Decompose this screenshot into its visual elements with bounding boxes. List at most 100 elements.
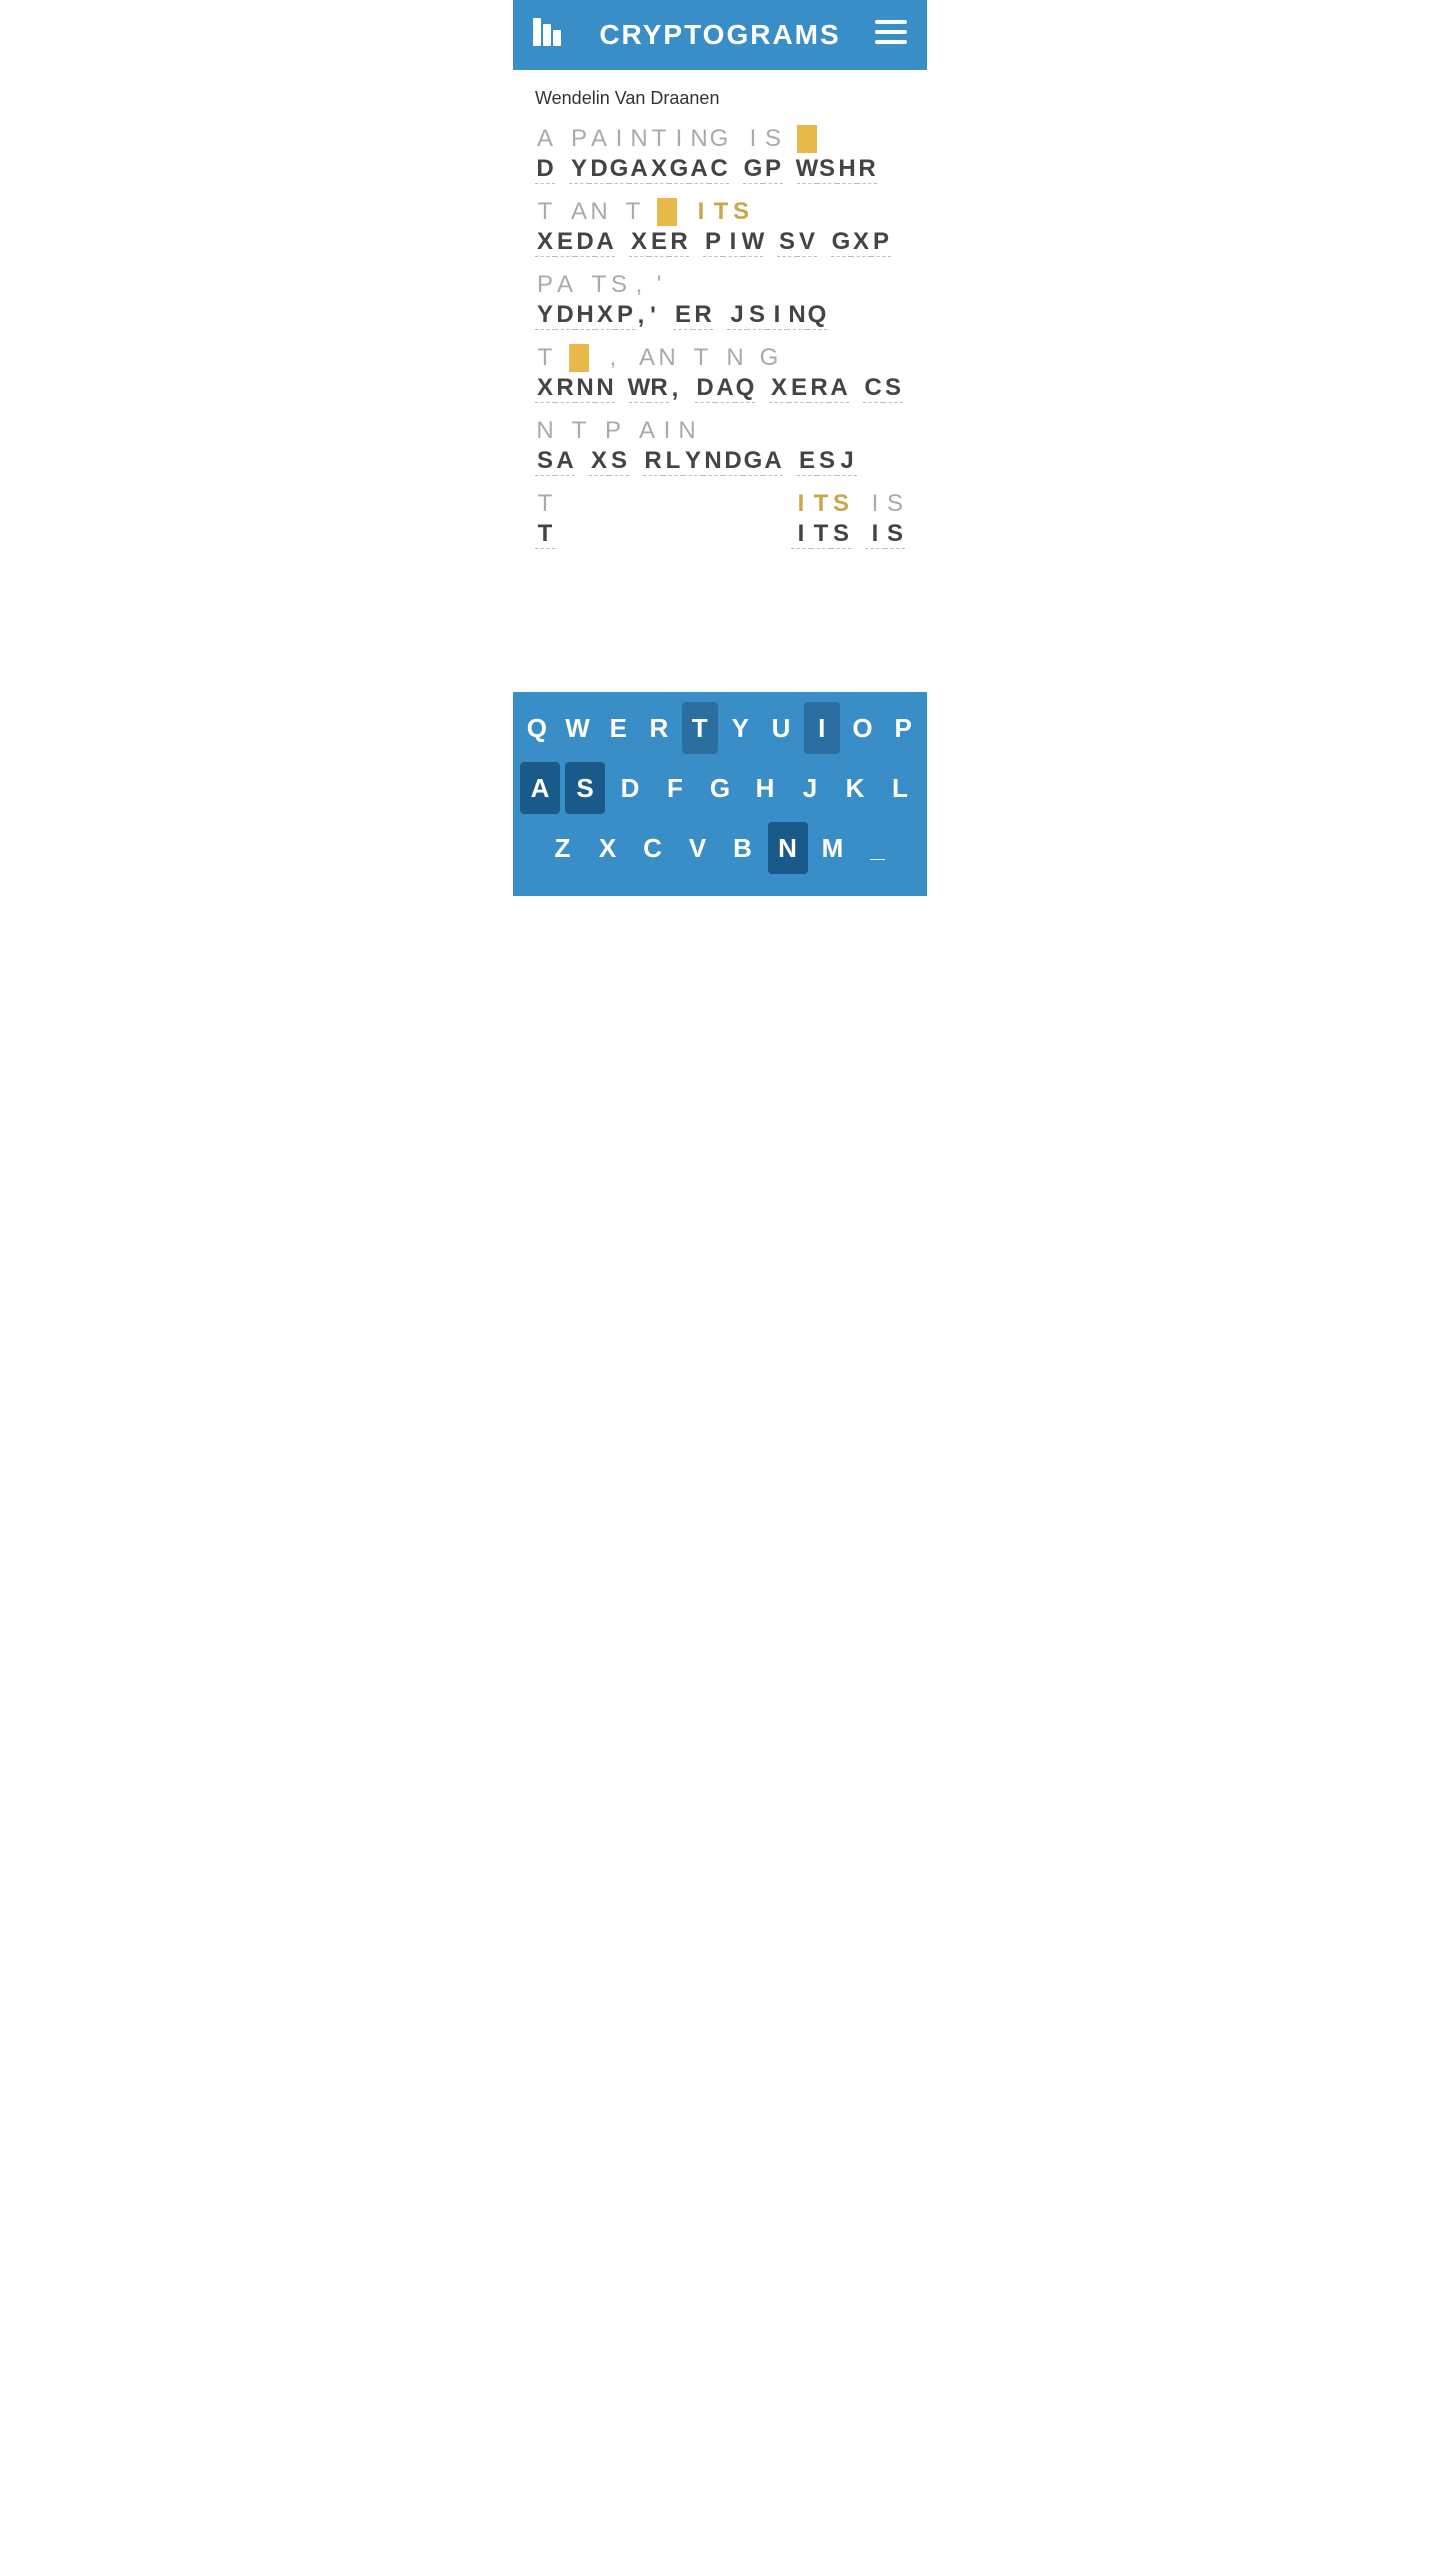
sol-word[interactable]: A I N <box>637 417 697 445</box>
sol-word[interactable] <box>569 344 589 372</box>
cip-char[interactable]: G <box>609 155 629 184</box>
sol-char-gold[interactable]: T <box>711 198 731 226</box>
cip-char[interactable]: W <box>743 228 763 257</box>
cip-char[interactable]: X <box>535 374 555 403</box>
cip-char[interactable]: S <box>535 447 555 476</box>
key-C[interactable]: C <box>633 822 673 874</box>
cip-char[interactable]: A <box>629 155 649 184</box>
cip-char[interactable]: A <box>555 447 575 476</box>
sol-word[interactable]: A <box>535 125 555 153</box>
key-Q[interactable]: Q <box>519 702 555 754</box>
key-M[interactable]: M <box>813 822 853 874</box>
sol-char-gold[interactable]: S <box>731 198 751 226</box>
cip-char[interactable]: A <box>763 447 783 476</box>
sol-word[interactable]: I S <box>743 125 783 153</box>
sol-word[interactable]: I T S <box>791 490 851 518</box>
sol-word[interactable]: T <box>691 344 711 372</box>
sol-char[interactable]: I <box>669 125 689 153</box>
cip-char[interactable]: W <box>629 374 649 403</box>
cip-char[interactable]: Y <box>569 155 589 184</box>
sol-word[interactable]: N <box>535 417 555 445</box>
sol-word[interactable]: P A <box>535 271 575 299</box>
sol-char[interactable]: A <box>637 417 657 445</box>
cip-char[interactable]: X <box>535 228 555 257</box>
cip-char[interactable]: C <box>863 374 883 403</box>
sol-char[interactable]: ' <box>649 271 669 299</box>
key-Y[interactable]: Y <box>723 702 759 754</box>
key-F[interactable]: F <box>655 762 695 814</box>
key-E[interactable]: E <box>600 702 636 754</box>
cip-char[interactable]: I <box>791 520 811 549</box>
cip-char[interactable]: X <box>595 301 615 330</box>
cip-char[interactable]: W <box>797 155 817 184</box>
cip-char[interactable]: X <box>629 228 649 257</box>
sol-word[interactable] <box>657 198 677 226</box>
cip-char[interactable]: N <box>595 374 615 403</box>
key-R[interactable]: R <box>641 702 677 754</box>
cip-char[interactable]: S <box>777 228 797 257</box>
key-L[interactable]: L <box>880 762 920 814</box>
sol-char-highlight[interactable] <box>797 125 817 153</box>
sol-char[interactable]: N <box>677 417 697 445</box>
sol-word[interactable] <box>797 125 817 153</box>
sol-word[interactable]: N <box>725 344 745 372</box>
sol-char[interactable]: , <box>603 344 623 372</box>
cip-char[interactable]: N <box>575 374 595 403</box>
hamburger-icon[interactable] <box>875 20 907 51</box>
cip-char[interactable]: S <box>817 155 837 184</box>
key-V[interactable]: V <box>678 822 718 874</box>
cip-char[interactable]: D <box>723 447 743 476</box>
sol-char[interactable]: I <box>657 417 677 445</box>
cip-char[interactable]: Q <box>807 301 827 330</box>
cip-char[interactable]: E <box>649 228 669 257</box>
cip-char[interactable]: S <box>831 520 851 549</box>
sol-char[interactable]: T <box>535 344 555 372</box>
cip-char[interactable]: I <box>865 520 885 549</box>
sol-char[interactable]: N <box>535 417 555 445</box>
cip-char[interactable]: A <box>595 228 615 257</box>
sol-char[interactable]: P <box>569 125 589 153</box>
cip-char[interactable]: T <box>535 520 555 549</box>
cip-char[interactable]: H <box>837 155 857 184</box>
cip-char[interactable]: Y <box>683 447 703 476</box>
cip-char[interactable]: X <box>851 228 871 257</box>
key-G[interactable]: G <box>700 762 740 814</box>
cip-char[interactable]: Y <box>535 301 555 330</box>
cip-char[interactable]: X <box>589 447 609 476</box>
sol-char[interactable]: N <box>589 198 609 226</box>
key-X[interactable]: X <box>588 822 628 874</box>
cip-char[interactable]: N <box>787 301 807 330</box>
key-T[interactable]: T <box>682 702 718 754</box>
cip-char[interactable]: E <box>797 447 817 476</box>
cip-char[interactable]: R <box>669 228 689 257</box>
cip-char[interactable]: E <box>673 301 693 330</box>
key-O[interactable]: O <box>845 702 881 754</box>
key-S[interactable]: S <box>565 762 605 814</box>
sol-word[interactable]: T <box>569 417 589 445</box>
sol-char-highlight[interactable] <box>569 344 589 372</box>
key-J[interactable]: J <box>790 762 830 814</box>
cip-char[interactable]: R <box>649 374 669 403</box>
sol-char-gold[interactable]: I <box>791 490 811 518</box>
sol-char[interactable]: N <box>689 125 709 153</box>
sol-char[interactable]: A <box>589 125 609 153</box>
sol-char[interactable]: G <box>709 125 729 153</box>
key-N[interactable]: N <box>768 822 808 874</box>
cip-char[interactable]: S <box>817 447 837 476</box>
sol-char[interactable]: S <box>763 125 783 153</box>
key-underscore[interactable]: _ <box>858 822 898 874</box>
sol-char[interactable]: , <box>629 271 649 299</box>
sol-char[interactable]: P <box>603 417 623 445</box>
cip-char[interactable]: T <box>811 520 831 549</box>
sol-char[interactable]: T <box>649 125 669 153</box>
cip-char[interactable]: L <box>663 447 683 476</box>
sol-char[interactable]: I <box>865 490 885 518</box>
cip-char[interactable]: G <box>831 228 851 257</box>
sol-char[interactable]: S <box>609 271 629 299</box>
cip-char[interactable]: Q <box>735 374 755 403</box>
cip-char[interactable]: E <box>789 374 809 403</box>
cip-char[interactable]: C <box>709 155 729 184</box>
sol-char[interactable]: T <box>535 198 555 226</box>
cip-char[interactable]: G <box>743 155 763 184</box>
sol-char[interactable]: A <box>535 125 555 153</box>
